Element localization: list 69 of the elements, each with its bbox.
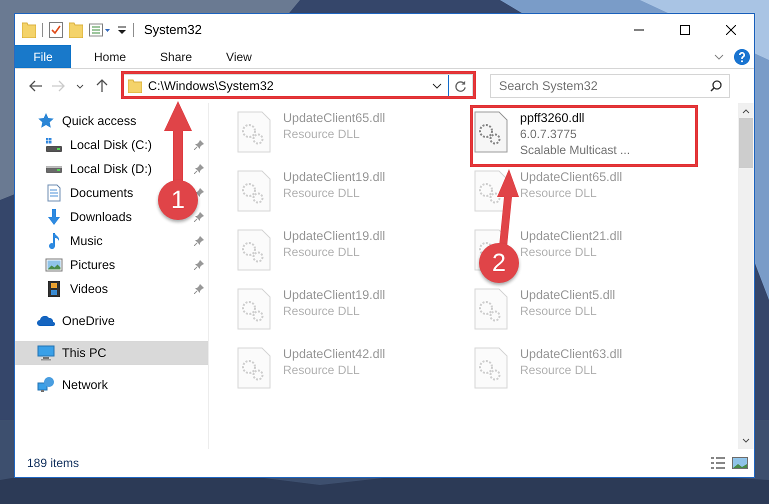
file-detail: Scalable Multicast ... <box>520 143 630 157</box>
drive-icon <box>45 166 63 172</box>
image-icon <box>45 256 63 274</box>
search-icon <box>710 80 722 92</box>
scroll-up-icon[interactable] <box>742 108 750 114</box>
pin-icon[interactable] <box>194 212 204 222</box>
navigation-item[interactable]: Quick access <box>15 109 140 133</box>
file-detail: 6.0.7.3775 <box>520 127 578 141</box>
file-detail: Resource DLL <box>283 245 361 259</box>
navigation-item[interactable]: Local Disk (D:) <box>15 157 156 181</box>
file-detail: Resource DLL <box>283 186 361 200</box>
back-arrow-icon <box>29 80 43 92</box>
navigation-item[interactable]: Videos <box>15 277 112 301</box>
folder-icon <box>128 79 142 93</box>
download-icon <box>45 208 63 226</box>
file-name[interactable]: ppff3260.dll <box>520 111 584 125</box>
pin-icon[interactable] <box>194 284 204 294</box>
drive-icon <box>45 137 63 153</box>
dropdown-icon[interactable] <box>117 24 127 34</box>
file-detail: Resource DLL <box>283 304 361 318</box>
search-field[interactable]: Search System32 <box>490 74 730 98</box>
film-icon <box>45 280 63 298</box>
dropdown-icon[interactable] <box>432 83 442 89</box>
window-title: System32 <box>144 22 202 37</box>
navigation-item[interactable]: Music <box>15 229 107 253</box>
forward-arrow-icon <box>51 80 65 92</box>
scrollbar[interactable] <box>738 103 754 449</box>
minimize-icon <box>634 28 644 30</box>
folder-icon[interactable] <box>22 22 36 38</box>
file-detail: Resource DLL <box>520 186 598 200</box>
ribbon-tab[interactable]: View <box>211 45 267 68</box>
chevron-icon[interactable] <box>714 54 724 60</box>
pin-icon[interactable] <box>194 260 204 270</box>
folder-icon[interactable] <box>69 22 83 38</box>
monitor-icon <box>37 344 55 362</box>
pin-icon[interactable] <box>194 236 204 246</box>
network-icon <box>37 376 55 394</box>
ribbon-tab[interactable]: Share <box>145 45 208 68</box>
file-detail: Resource DLL <box>520 245 598 259</box>
close-icon <box>726 24 736 34</box>
navigation-item[interactable]: Local Disk (C:) <box>15 133 156 157</box>
chevron-icon <box>76 84 84 88</box>
scrollbar-thumb[interactable] <box>739 118 753 168</box>
refresh-icon[interactable] <box>454 80 467 92</box>
file-detail: Resource DLL <box>283 127 361 141</box>
file-detail: Resource DLL <box>520 304 598 318</box>
navigation-item[interactable]: Downloads <box>15 205 136 229</box>
checklist-icon[interactable] <box>49 22 63 38</box>
navigation-item[interactable]: Documents <box>15 181 138 205</box>
large-icons-view-icon[interactable] <box>732 456 748 470</box>
up-arrow-icon <box>96 79 108 93</box>
navigation-item[interactable]: Network <box>15 373 112 397</box>
navigation-item[interactable]: OneDrive <box>15 309 119 333</box>
file-menu-button[interactable]: File <box>15 45 71 68</box>
navigation-item[interactable]: Pictures <box>15 253 120 277</box>
details-view-icon[interactable] <box>710 456 726 470</box>
maximize-icon <box>680 24 690 34</box>
ribbon-tab[interactable]: Home <box>79 45 142 68</box>
file-detail: Resource DLL <box>283 363 361 377</box>
scroll-down-icon[interactable] <box>742 438 750 444</box>
navigation-item[interactable]: This PC <box>15 341 208 365</box>
help-icon[interactable] <box>734 48 750 64</box>
pin-icon[interactable] <box>194 140 204 150</box>
properties-icon[interactable] <box>89 22 111 38</box>
star-icon <box>37 112 55 130</box>
file-detail: Resource DLL <box>520 363 598 377</box>
document-icon <box>45 184 63 202</box>
item-count: 189 items <box>27 456 80 470</box>
pin-icon[interactable] <box>194 164 204 174</box>
